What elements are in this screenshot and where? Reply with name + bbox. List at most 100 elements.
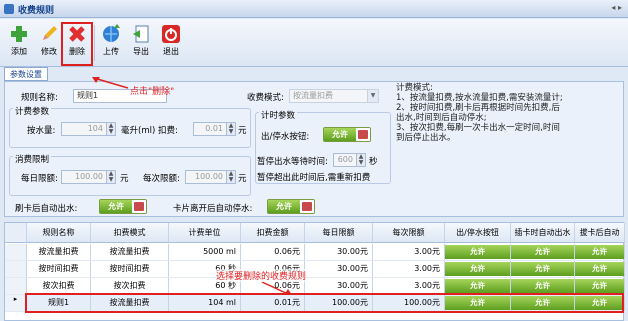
help-line: 3、按次扣费,每刷一次卡出水一定时间,时间到后停止出水。 bbox=[396, 123, 560, 143]
fee-mode-select[interactable]: 按流量扣费 ▼ bbox=[289, 89, 379, 103]
cell-toggle[interactable]: 允许 bbox=[575, 244, 625, 260]
cell-each: 3.00元 bbox=[373, 261, 445, 277]
yuan-unit: 元 bbox=[238, 126, 247, 136]
exit-label: 退出 bbox=[163, 47, 179, 56]
cell-toggle[interactable]: 允许 bbox=[445, 244, 511, 260]
water-input[interactable]: 104 bbox=[61, 122, 107, 136]
edit-button[interactable]: 修改 bbox=[34, 22, 64, 64]
daily-limit-label: 每日限额: bbox=[21, 174, 58, 184]
table-header: 规则名称 扣费模式 计费单位 扣费金额 每日限额 每次限额 出/停水按钮 插卡时… bbox=[5, 223, 625, 243]
help-line: 2、按时间扣费,刷卡后再根据时间先扣费,后出水,时间到后自动停水; bbox=[396, 103, 560, 123]
lock-icon bbox=[134, 202, 144, 211]
cell-fee-mode: 按时间扣费 bbox=[91, 261, 169, 277]
export-icon bbox=[133, 25, 149, 43]
pause-wait-label: 暂停出水等待时间: bbox=[257, 157, 328, 167]
limit-title: 消费限制 bbox=[13, 153, 52, 165]
exit-button[interactable]: 退出 bbox=[156, 22, 186, 64]
pause-note: 暂停超出此时间后,需重新扣费 bbox=[257, 173, 371, 183]
auto-stop-label: 卡片离开后自动停水: bbox=[173, 204, 253, 214]
help-title: 计费模式: bbox=[396, 83, 433, 93]
annotation-arrow-icon bbox=[261, 281, 292, 295]
cell-unit: 5000 ml bbox=[169, 244, 241, 260]
auto-out-label: 刷卡后自动出水: bbox=[15, 204, 78, 214]
cell-fee: 0.06元 bbox=[241, 244, 305, 260]
header-cell[interactable]: 每日限额 bbox=[305, 223, 373, 242]
table-row[interactable]: 按流量扣费 按流量扣费 5000 ml 0.06元 30.00元 3.00元 允… bbox=[5, 244, 625, 261]
add-button[interactable]: 添加 bbox=[4, 22, 34, 64]
toggle-on-label: 允许 bbox=[324, 128, 356, 141]
window-icon bbox=[4, 4, 14, 14]
cell-rule-name: 按流量扣费 bbox=[27, 244, 91, 260]
select-hint-annotation: 选择要删除的收费规则 bbox=[216, 269, 307, 282]
cell-daily: 30.00元 bbox=[305, 261, 373, 277]
header-cell[interactable]: 插卡时自动出水 bbox=[511, 223, 575, 242]
toolbar-separator bbox=[94, 25, 95, 61]
header-cell[interactable]: 出/停水按钮 bbox=[445, 223, 511, 242]
outlet-button-label: 出/停水按钮: bbox=[261, 132, 310, 142]
edit-label: 修改 bbox=[41, 47, 57, 56]
cell-each: 3.00元 bbox=[373, 244, 445, 260]
water-spinner[interactable]: ▲ ▼ bbox=[106, 122, 116, 136]
cell-toggle[interactable]: 允许 bbox=[575, 261, 625, 277]
header-cell[interactable]: 计费单位 bbox=[169, 223, 241, 242]
cell-toggle[interactable]: 允许 bbox=[511, 244, 575, 260]
fee-mode-help: 计费模式: 1、按流量扣费,按水流量扣费,需安装流量计; 2、按时间扣费,刷卡后… bbox=[396, 83, 566, 143]
time-params-title: 计时参数 bbox=[259, 109, 298, 121]
upload-button[interactable]: 上传 bbox=[96, 22, 126, 64]
pause-wait-input[interactable]: 600 bbox=[333, 153, 357, 167]
header-cell[interactable]: 扣费金额 bbox=[241, 223, 305, 242]
each-limit-spinner[interactable]: ▲ ▼ bbox=[226, 170, 236, 184]
row-indicator[interactable]: ▸ bbox=[5, 295, 27, 311]
water-label: 按水量: bbox=[27, 126, 56, 136]
export-label: 导出 bbox=[133, 47, 149, 56]
header-cell[interactable]: 规则名称 bbox=[27, 223, 91, 242]
export-button[interactable]: 导出 bbox=[126, 22, 156, 64]
cell-fee-mode: 按次扣费 bbox=[91, 278, 169, 294]
nav-arrows-icon[interactable]: ◂ ▸ bbox=[611, 3, 622, 12]
header-cell[interactable]: 每次限额 bbox=[373, 223, 445, 242]
lock-icon bbox=[302, 202, 312, 211]
chevron-down-icon[interactable]: ▼ bbox=[367, 90, 378, 102]
auto-out-toggle[interactable]: 允许 bbox=[99, 199, 147, 214]
pencil-icon bbox=[43, 26, 57, 40]
delete-highlight-box bbox=[61, 22, 93, 66]
cell-toggle[interactable]: 允许 bbox=[445, 261, 511, 277]
fee-mode-value: 按流量扣费 bbox=[293, 91, 333, 100]
fee-mode-label: 收费模式: bbox=[247, 93, 284, 103]
each-limit-input[interactable]: 100.00 bbox=[185, 170, 227, 184]
auto-stop-toggle[interactable]: 允许 bbox=[267, 199, 315, 214]
cell-toggle[interactable]: 允许 bbox=[445, 278, 511, 294]
fee-spinner[interactable]: ▲ ▼ bbox=[226, 122, 236, 136]
seconds-unit: 秒 bbox=[369, 157, 378, 167]
help-line: 1、按流量扣费,按水流量扣费,需安装流量计; bbox=[396, 93, 563, 103]
cell-rule-name: 按时间扣费 bbox=[27, 261, 91, 277]
daily-limit-input[interactable]: 100.00 bbox=[61, 170, 107, 184]
ml-fee-label: 毫升(ml) 扣费: bbox=[121, 126, 178, 136]
cell-toggle[interactable]: 允许 bbox=[511, 261, 575, 277]
row-indicator[interactable] bbox=[5, 278, 27, 294]
header-cell[interactable]: 扣费模式 bbox=[91, 223, 169, 242]
fee-input[interactable]: 0.01 bbox=[193, 122, 227, 136]
daily-limit-spinner[interactable]: ▲ ▼ bbox=[106, 170, 116, 184]
cell-daily: 30.00元 bbox=[305, 244, 373, 260]
tab-param-settings[interactable]: 参数设置 bbox=[4, 67, 48, 81]
row-indicator[interactable] bbox=[5, 244, 27, 260]
pause-wait-spinner[interactable]: ▲ ▼ bbox=[356, 153, 366, 167]
table-row[interactable]: 按时间扣费 按时间扣费 60 秒 0.06元 30.00元 3.00元 允许 允… bbox=[5, 261, 625, 278]
cell-toggle[interactable]: 允许 bbox=[575, 278, 625, 294]
cell-each: 3.00元 bbox=[373, 278, 445, 294]
row-indicator[interactable] bbox=[5, 261, 27, 277]
header-cell[interactable]: 拔卡后自动 bbox=[575, 223, 625, 242]
outlet-button-toggle[interactable]: 允许 bbox=[323, 127, 371, 142]
power-icon bbox=[162, 25, 180, 43]
yuan-unit: 元 bbox=[238, 174, 247, 184]
toggle-on-label: 允许 bbox=[100, 200, 132, 213]
toggle-on-label: 允许 bbox=[268, 200, 300, 213]
cell-toggle[interactable]: 允许 bbox=[511, 278, 575, 294]
add-label: 添加 bbox=[11, 47, 27, 56]
lock-icon bbox=[358, 130, 368, 139]
each-limit-label: 每次限额: bbox=[143, 174, 180, 184]
upload-globe-icon bbox=[103, 24, 120, 42]
upload-label: 上传 bbox=[103, 47, 119, 56]
cell-daily: 30.00元 bbox=[305, 278, 373, 294]
